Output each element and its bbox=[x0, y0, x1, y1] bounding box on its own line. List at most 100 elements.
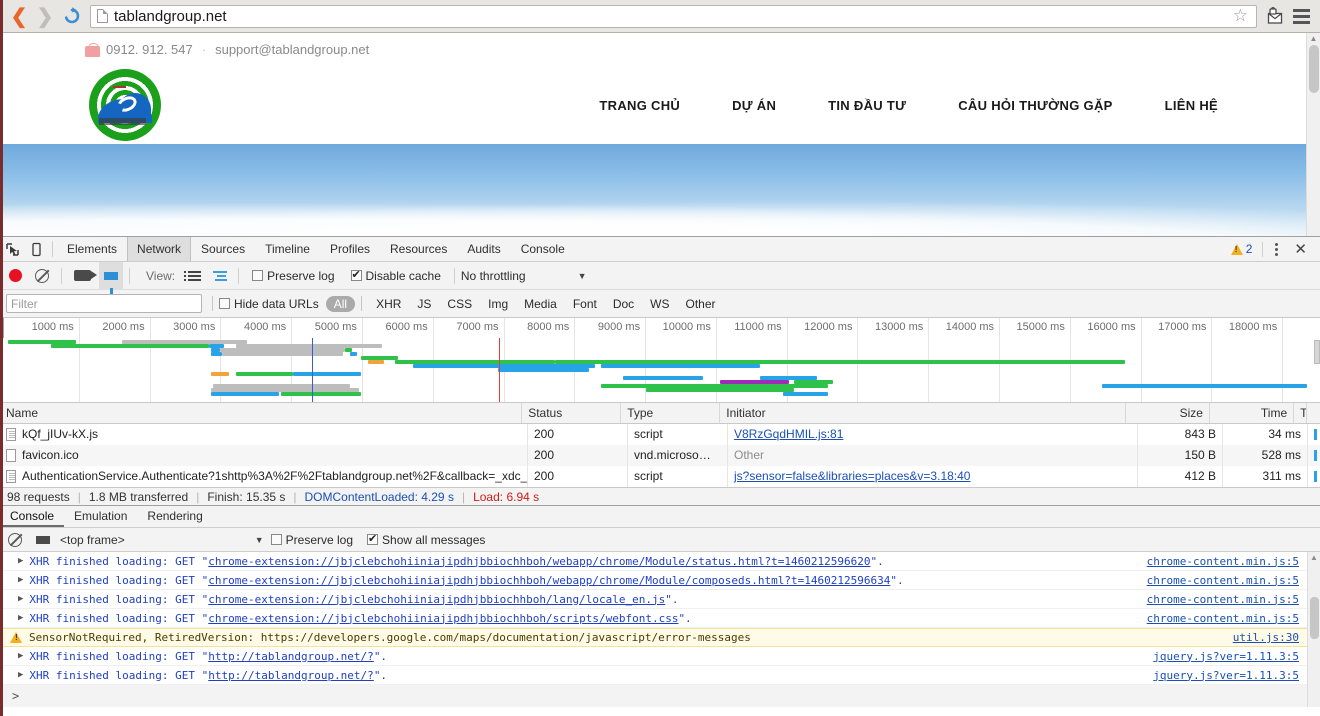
disclosure-triangle-icon[interactable]: ▶ bbox=[18, 613, 23, 623]
nav-item-4[interactable]: LIÊN HỆ bbox=[1139, 98, 1244, 113]
kebab-menu-icon[interactable] bbox=[1267, 242, 1286, 256]
tab-profiles[interactable]: Profiles bbox=[320, 237, 380, 261]
console-xhr-message[interactable]: ▶ XHR finished loading: GET "chrome-exten… bbox=[0, 552, 1307, 571]
disclosure-triangle-icon[interactable]: ▶ bbox=[18, 556, 23, 566]
console-message-url[interactable]: chrome-extension://jbjclebchohiiniajipdh… bbox=[208, 593, 665, 606]
table-row[interactable]: favicon.ico 200 vnd.microso… Other 150 B… bbox=[0, 445, 1320, 466]
column-header-status[interactable]: Status bbox=[522, 403, 622, 423]
star-icon[interactable]: ☆ bbox=[1229, 6, 1252, 26]
console-message-source[interactable]: jquery.js?ver=1.11.3:5 bbox=[1143, 669, 1299, 682]
tab-elements[interactable]: Elements bbox=[57, 237, 127, 261]
console-xhr-message[interactable]: ▶ XHR finished loading: GET "chrome-exten… bbox=[0, 590, 1307, 609]
type-filter-media[interactable]: Media bbox=[516, 296, 565, 312]
back-icon[interactable]: ❮ bbox=[6, 3, 32, 29]
reload-icon[interactable] bbox=[58, 3, 86, 29]
type-filter-xhr[interactable]: XHR bbox=[368, 296, 409, 312]
mail-lock-icon[interactable] bbox=[1262, 3, 1288, 29]
drawer-tab-emulation[interactable]: Emulation bbox=[64, 506, 137, 527]
hamburger-menu-icon[interactable] bbox=[1288, 3, 1314, 29]
funnel-filter-icon[interactable] bbox=[36, 535, 50, 558]
column-header-initiator[interactable]: Initiator bbox=[720, 403, 1126, 423]
console-message-url[interactable]: chrome-extension://jbjclebchohiiniajipdh… bbox=[208, 555, 870, 568]
table-row[interactable]: kQf_jIUv-kX.js 200 script V8RzGqdHMIL.js… bbox=[0, 424, 1320, 445]
tab-audits[interactable]: Audits bbox=[457, 237, 510, 261]
column-header-name[interactable]: Name bbox=[0, 403, 523, 423]
nav-item-3[interactable]: CÂU HỎI THƯỜNG GẶP bbox=[932, 98, 1138, 113]
inspect-element-icon[interactable] bbox=[0, 237, 24, 261]
column-header-type[interactable]: Type bbox=[621, 403, 721, 423]
page-scrollbar[interactable]: ▲ bbox=[1306, 33, 1320, 236]
type-filter-css[interactable]: CSS bbox=[439, 296, 480, 312]
tab-timeline[interactable]: Timeline bbox=[255, 237, 320, 261]
site-logo[interactable] bbox=[89, 69, 161, 141]
network-overview-timeline[interactable]: 1000 ms 2000 ms 3000 ms 4000 ms 5000 ms 6000 … bbox=[0, 318, 1320, 403]
console-xhr-message[interactable]: ▶ XHR finished loading: GET "http://tabla… bbox=[0, 666, 1307, 685]
console-message-source[interactable]: chrome-content.min.js:5 bbox=[1137, 574, 1299, 587]
table-row[interactable]: AuthenticationService.Authenticate?1shtt… bbox=[0, 466, 1320, 487]
console-message-source[interactable]: jquery.js?ver=1.11.3:5 bbox=[1143, 650, 1299, 663]
tab-console[interactable]: Console bbox=[511, 237, 575, 261]
console-message-url[interactable]: http://tablandgroup.net/? bbox=[208, 669, 374, 682]
type-filter-js[interactable]: JS bbox=[409, 296, 439, 312]
console-message-source[interactable]: chrome-content.min.js:5 bbox=[1137, 593, 1299, 606]
disclosure-triangle-icon[interactable]: ▶ bbox=[18, 651, 23, 661]
camera-icon[interactable] bbox=[74, 270, 97, 281]
scroll-thumb[interactable] bbox=[1310, 597, 1319, 639]
disable-cache-checkbox[interactable]: Disable cache bbox=[344, 268, 448, 283]
console-message-source[interactable]: util.js:30 bbox=[1223, 631, 1299, 644]
initiator-link[interactable]: js?sensor=false&libraries=places&v=3.18:… bbox=[734, 469, 970, 483]
url-bar[interactable]: tablandgroup.net ☆ bbox=[90, 4, 1257, 28]
clear-console-icon[interactable] bbox=[8, 532, 22, 547]
console-xhr-message[interactable]: ▶ XHR finished loading: GET "chrome-exten… bbox=[0, 571, 1307, 590]
waterfall-view-icon[interactable] bbox=[208, 270, 232, 281]
console-scrollbar[interactable]: ▲ bbox=[1307, 552, 1320, 707]
type-filter-ws[interactable]: WS bbox=[642, 296, 677, 312]
type-filter-doc[interactable]: Doc bbox=[605, 296, 642, 312]
record-button-icon[interactable] bbox=[9, 269, 22, 282]
forward-icon[interactable]: ❯ bbox=[32, 3, 58, 29]
tab-resources[interactable]: Resources bbox=[380, 237, 457, 261]
drawer-tab-console[interactable]: Console bbox=[0, 506, 65, 527]
scroll-up-icon[interactable]: ▲ bbox=[1307, 33, 1320, 45]
console-message-url[interactable]: http://tablandgroup.net/? bbox=[208, 650, 374, 663]
device-toolbar-icon[interactable] bbox=[24, 237, 48, 261]
disclosure-triangle-icon[interactable]: ▶ bbox=[18, 575, 23, 585]
console-message-source[interactable]: chrome-content.min.js:5 bbox=[1137, 612, 1299, 625]
console-message-url[interactable]: chrome-extension://jbjclebchohiiniajipdh… bbox=[208, 574, 890, 587]
filter-input[interactable]: Filter bbox=[6, 294, 202, 313]
console-xhr-message[interactable]: ▶ XHR finished loading: GET "http://tabla… bbox=[0, 647, 1307, 666]
console-preserve-log-checkbox[interactable]: Preserve log bbox=[264, 533, 360, 547]
hide-data-urls-checkbox[interactable]: Hide data URLs bbox=[219, 297, 326, 311]
type-filter-font[interactable]: Font bbox=[565, 296, 605, 312]
console-message-source[interactable]: chrome-content.min.js:5 bbox=[1137, 555, 1299, 568]
console-xhr-message[interactable]: ▶ XHR finished loading: GET "chrome-exten… bbox=[0, 609, 1307, 628]
column-header-size[interactable]: Size bbox=[1126, 403, 1210, 423]
list-view-icon[interactable] bbox=[183, 270, 206, 281]
tab-network[interactable]: Network bbox=[127, 237, 192, 261]
warning-count-badge[interactable]: 2 bbox=[1225, 242, 1259, 256]
scroll-thumb[interactable] bbox=[1309, 45, 1319, 93]
tab-sources[interactable]: Sources bbox=[191, 237, 255, 261]
scroll-up-icon[interactable]: ▲ bbox=[1308, 552, 1320, 564]
overview-right-handle[interactable] bbox=[1314, 340, 1320, 364]
clear-icon[interactable] bbox=[35, 268, 49, 283]
type-filter-img[interactable]: Img bbox=[480, 296, 516, 312]
column-header-time[interactable]: Time bbox=[1210, 403, 1295, 423]
console-prompt[interactable]: > bbox=[0, 685, 1307, 707]
column-header-waterfall[interactable]: Tim bbox=[1294, 403, 1308, 423]
site-email[interactable]: support@tablandgroup.net bbox=[215, 42, 369, 57]
disclosure-triangle-icon[interactable]: ▶ bbox=[18, 594, 23, 604]
nav-item-1[interactable]: DỰ ÁN bbox=[706, 98, 802, 113]
disclosure-triangle-icon[interactable]: ▶ bbox=[18, 670, 23, 680]
preserve-log-checkbox[interactable]: Preserve log bbox=[245, 269, 341, 283]
type-filter-all[interactable]: All bbox=[325, 295, 356, 312]
type-filter-other[interactable]: Other bbox=[678, 296, 724, 312]
frame-selector[interactable]: <top frame> ▼ bbox=[60, 533, 264, 547]
drawer-tab-rendering[interactable]: Rendering bbox=[137, 506, 212, 527]
initiator-link[interactable]: V8RzGqdHMIL.js:81 bbox=[734, 427, 843, 441]
throttling-select[interactable]: No throttling ▼ bbox=[461, 269, 587, 283]
console-message-url[interactable]: chrome-extension://jbjclebchohiiniajipdh… bbox=[208, 612, 678, 625]
nav-item-0[interactable]: TRANG CHỦ bbox=[573, 98, 706, 113]
filter-toggle-button[interactable] bbox=[99, 261, 123, 294]
console-warning-message[interactable]: SensorNotRequired, RetiredVersion: https… bbox=[0, 628, 1307, 647]
